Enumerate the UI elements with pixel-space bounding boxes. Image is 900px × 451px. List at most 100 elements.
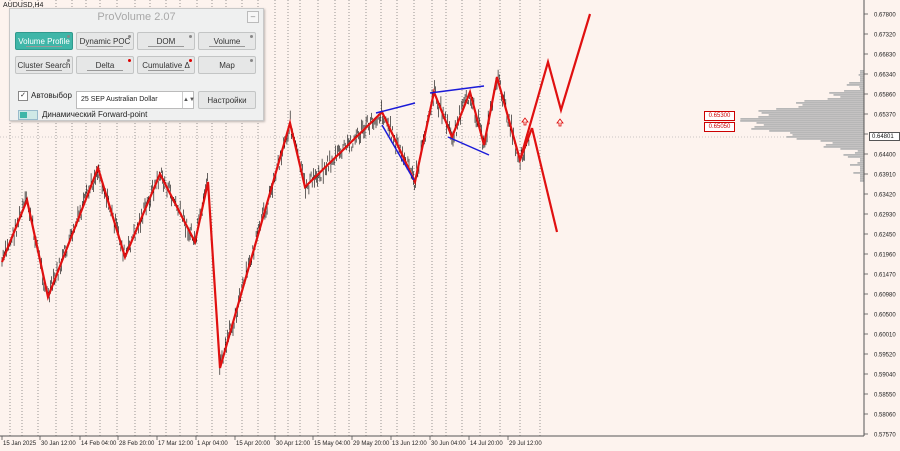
profile-bar: [802, 104, 864, 106]
button-indicator: [250, 35, 253, 38]
dynamic-poc-label: Dynamic POC: [79, 37, 131, 46]
profile-bar: [860, 70, 864, 72]
profile-bar: [846, 84, 864, 86]
trading-terminal: 0.67800 0.67320 0.66830 0.66340 0.65860 0.653…: [0, 0, 900, 451]
forecast-down-line: [530, 127, 559, 233]
dropdown-arrow-icon[interactable]: ▲▼: [182, 92, 195, 108]
button-indicator: [189, 35, 192, 38]
button-indicator: [128, 35, 131, 38]
profile-bar: [858, 74, 864, 76]
profile-bar: [796, 138, 864, 140]
dom-label: DOM: [156, 37, 176, 46]
map-label: Map: [219, 61, 235, 70]
price-tick-label: 0.58060: [874, 413, 896, 419]
profile-bar: [860, 166, 864, 168]
date-tick-label: 29 Jul 12:00: [509, 441, 542, 447]
profile-bar: [804, 100, 864, 102]
button-indicator: [67, 35, 70, 38]
delta-button[interactable]: Delta: [76, 56, 134, 74]
level-box-lower: 0.65050: [704, 122, 735, 132]
profile-bar: [860, 174, 864, 176]
price-tick-label: 0.65370: [874, 113, 896, 119]
instrument-select[interactable]: 25 SEP Australian Dollar ▲▼: [76, 91, 195, 109]
delta-label: Delta: [95, 61, 115, 70]
volume-profile-button[interactable]: Volume Profile: [15, 32, 73, 50]
current-price-tag: 0.64801: [869, 132, 900, 141]
date-tick-label: 30 Jan 12:00: [41, 441, 76, 447]
button-indicator: [128, 59, 131, 62]
button-indicator: [189, 59, 192, 62]
price-tick-label: 0.67320: [874, 33, 896, 39]
profile-bar: [761, 112, 864, 114]
date-tick-label: 15 May 04:00: [314, 441, 351, 447]
cumulative-delta-button[interactable]: Cumulative Δ: [137, 56, 195, 74]
dynamic-poc-button[interactable]: Dynamic POC: [76, 32, 134, 50]
price-tick-label: 0.66340: [874, 73, 896, 79]
profile-bar: [758, 110, 864, 112]
date-tick-label: 15 Jan 2025: [3, 441, 37, 447]
price-tick-label: 0.63420: [874, 193, 896, 199]
date-tick-label: 30 Apr 12:00: [276, 441, 311, 447]
profile-bar: [827, 98, 864, 100]
volume-profile: [740, 70, 864, 182]
profile-bar: [849, 82, 864, 84]
pattern-line: [381, 124, 415, 181]
map-button[interactable]: Map: [198, 56, 256, 74]
forward-point-label: Динамический Forward-point: [42, 110, 148, 120]
profile-bar: [844, 90, 864, 92]
dom-button[interactable]: DOM: [137, 32, 195, 50]
profile-bar: [820, 140, 864, 142]
auto-select-checkbox[interactable]: ✓ Автовыбор: [18, 91, 72, 101]
profile-bar: [849, 164, 864, 166]
date-tick-label: 14 Feb 04:00: [81, 441, 117, 447]
date-tick-label: 13 Jun 12:00: [392, 441, 427, 447]
toggle-icon[interactable]: [18, 110, 38, 120]
price-tick-label: 0.61960: [874, 253, 896, 259]
profile-bar: [860, 158, 864, 160]
profile-bar: [859, 86, 864, 88]
price-tick-label: 0.61470: [874, 273, 896, 279]
price-tick-label: 0.65860: [874, 93, 896, 99]
profile-bar: [840, 148, 864, 150]
date-tick-label: 29 May 20:00: [353, 441, 390, 447]
button-bar: [26, 46, 62, 47]
forward-point-toggle[interactable]: Динамический Forward-point: [18, 110, 147, 120]
level-box-upper: 0.65300: [704, 111, 735, 121]
profile-bar: [751, 128, 864, 130]
profile-bar: [833, 94, 864, 96]
date-tick-label: 28 Feb 20:00: [119, 441, 155, 447]
profile-bar: [840, 96, 864, 98]
checkbox-icon[interactable]: ✓: [18, 91, 28, 101]
button-indicator: [250, 59, 253, 62]
profile-bar: [860, 78, 864, 80]
profile-bar: [790, 132, 864, 134]
profile-bar: [796, 102, 864, 104]
button-bar: [148, 46, 184, 47]
settings-label: Настройки: [207, 96, 247, 105]
pattern-line: [429, 85, 485, 94]
date-tick-label: 30 Jun 04:00: [431, 441, 466, 447]
date-tick-label: 1 Apr 04:00: [197, 441, 228, 447]
volume-profile-label: Volume Profile: [18, 37, 70, 46]
settings-button[interactable]: Настройки: [198, 91, 256, 109]
pattern-line: [375, 102, 416, 114]
profile-bar: [829, 92, 864, 94]
cluster-search-button[interactable]: Cluster Search: [15, 56, 73, 74]
profile-bar: [860, 80, 864, 82]
volume-button[interactable]: Volume: [198, 32, 256, 50]
up-arrow-icon: [556, 118, 564, 127]
profile-bar: [756, 122, 864, 124]
profile-bar: [854, 152, 864, 154]
profile-bar: [857, 162, 864, 164]
profile-bar: [832, 142, 864, 144]
profile-bar: [786, 136, 864, 138]
time-axis: 15 Jan 2025 30 Jan 12:00 14 Feb 04:00 28 Fe…: [1, 436, 542, 447]
button-bar: [209, 46, 245, 47]
profile-bar: [860, 180, 864, 182]
button-bar: [87, 70, 123, 71]
provolume-panel: ProVolume 2.07 – Volume Profile Dynamic …: [9, 8, 264, 121]
price-tick-label: 0.62450: [874, 233, 896, 239]
price-tick-label: 0.60980: [874, 293, 896, 299]
date-tick-label: 14 Jul 20:00: [470, 441, 503, 447]
minimize-icon[interactable]: –: [247, 11, 259, 23]
